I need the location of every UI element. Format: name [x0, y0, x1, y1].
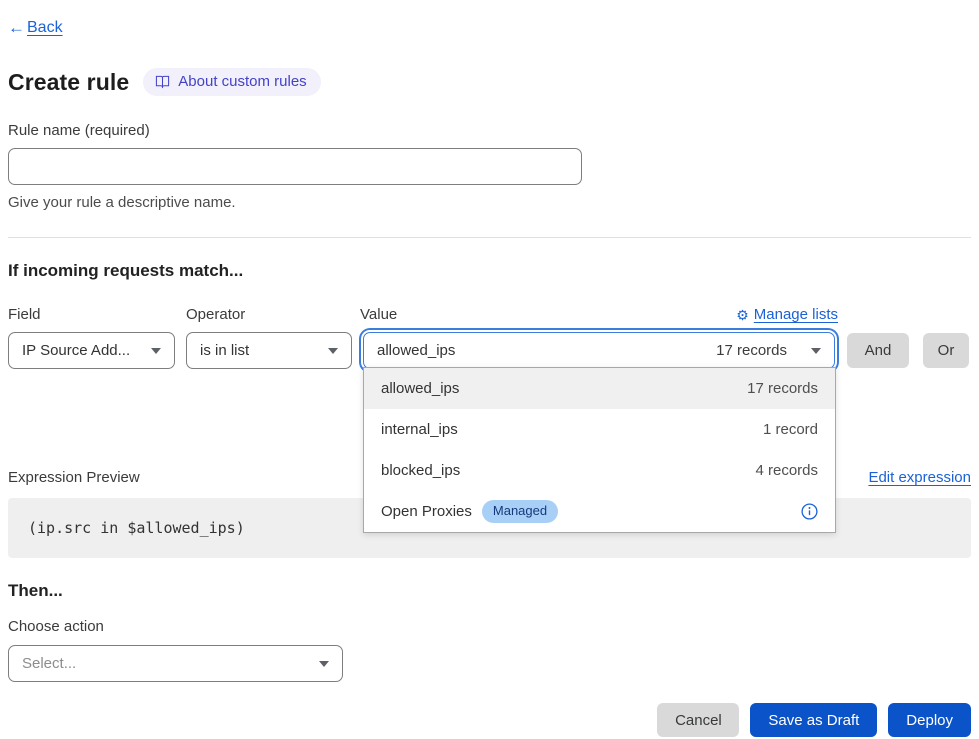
section-divider	[8, 237, 971, 238]
operator-select-value: is in list	[200, 342, 249, 359]
chevron-down-icon	[319, 661, 329, 667]
ip-list-dropdown-menu: allowed_ips 17 records internal_ips 1 re…	[363, 367, 836, 533]
list-item-count: 1 record	[763, 421, 818, 438]
chevron-down-icon	[328, 348, 338, 354]
expression-code: (ip.src in $allowed_ips)	[28, 519, 245, 537]
list-item-open-proxies[interactable]: Open Proxies Managed	[364, 491, 835, 532]
or-button[interactable]: Or	[923, 333, 969, 368]
book-icon	[155, 74, 170, 89]
action-select[interactable]: Select...	[8, 645, 343, 682]
back-link[interactable]: ←Back	[8, 18, 63, 38]
back-arrow-icon: ←	[8, 18, 25, 38]
list-item-blocked-ips[interactable]: blocked_ips 4 records	[364, 450, 835, 491]
operator-select[interactable]: is in list	[186, 332, 352, 369]
about-custom-rules-link[interactable]: About custom rules	[143, 68, 320, 96]
value-select-count: 17 records	[716, 342, 787, 359]
save-as-draft-button[interactable]: Save as Draft	[750, 703, 877, 737]
choose-action-label: Choose action	[8, 618, 971, 635]
expression-preview-label: Expression Preview	[8, 469, 140, 486]
field-select-value: IP Source Add...	[22, 342, 130, 359]
condition-labels-row: Field Operator Value ⚙ Manage lists	[8, 306, 971, 323]
value-label: Value	[360, 306, 397, 323]
title-row: Create rule About custom rules	[8, 68, 971, 96]
list-item-name: Open Proxies	[381, 503, 472, 520]
chevron-down-icon	[811, 348, 821, 354]
value-select[interactable]: allowed_ips 17 records	[363, 332, 835, 369]
footer-actions: Cancel Save as Draft Deploy	[8, 703, 971, 737]
value-select-name: allowed_ips	[377, 342, 455, 359]
then-section-heading: Then...	[8, 581, 971, 601]
list-item-internal-ips[interactable]: internal_ips 1 record	[364, 409, 835, 450]
rule-name-input[interactable]	[8, 148, 582, 185]
page-title: Create rule	[8, 69, 129, 96]
list-item-allowed-ips[interactable]: allowed_ips 17 records	[364, 368, 835, 409]
condition-row: IP Source Add... is in list allowed_ips …	[8, 332, 971, 369]
gear-icon: ⚙	[736, 308, 749, 322]
and-button[interactable]: And	[847, 333, 909, 368]
field-label: Field	[8, 306, 186, 323]
back-link-label: Back	[27, 19, 63, 37]
edit-expression-link[interactable]: Edit expression	[868, 469, 971, 486]
list-item-count: 17 records	[747, 380, 818, 397]
info-icon[interactable]	[801, 503, 818, 520]
manage-lists-link[interactable]: ⚙ Manage lists	[736, 306, 838, 323]
manage-lists-label: Manage lists	[754, 306, 838, 323]
operator-label: Operator	[186, 306, 360, 323]
list-item-name: blocked_ips	[381, 462, 460, 479]
list-item-count: 4 records	[755, 462, 818, 479]
rule-name-helper-text: Give your rule a descriptive name.	[8, 194, 971, 211]
list-item-name: internal_ips	[381, 421, 458, 438]
rule-name-label: Rule name (required)	[8, 122, 971, 139]
field-select[interactable]: IP Source Add...	[8, 332, 175, 369]
action-select-placeholder: Select...	[22, 655, 76, 672]
about-custom-rules-label: About custom rules	[178, 73, 306, 90]
cancel-button[interactable]: Cancel	[657, 703, 739, 737]
match-section-heading: If incoming requests match...	[8, 261, 971, 281]
managed-badge: Managed	[482, 500, 558, 523]
deploy-button[interactable]: Deploy	[888, 703, 971, 737]
chevron-down-icon	[151, 348, 161, 354]
list-item-name: allowed_ips	[381, 380, 459, 397]
